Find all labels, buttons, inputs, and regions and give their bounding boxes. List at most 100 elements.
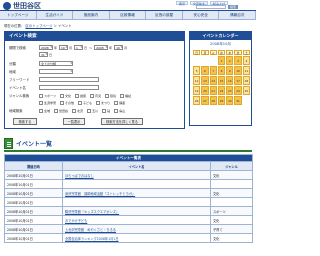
nav-facilities[interactable]: 施設案内 — [73, 11, 110, 19]
to-day-select[interactable]: 31 — [39, 52, 48, 57]
calendar-day[interactable]: 14 — [209, 76, 217, 85]
site-search-input[interactable] — [196, 5, 226, 9]
row-event-link[interactable]: おでかけ子ども — [62, 215, 211, 225]
event-name-label: イベント名 — [9, 86, 26, 90]
calendar-day[interactable]: 5 — [193, 66, 201, 75]
calendar-day[interactable]: 13 — [201, 76, 209, 85]
area-all-checkbox[interactable]: 全域 — [39, 108, 50, 113]
nav-index[interactable]: 情報目次 — [219, 11, 257, 19]
calendar-day[interactable]: 6 — [201, 66, 209, 75]
from-day-select[interactable]: 1 — [74, 45, 84, 50]
calendar-day[interactable]: 15 — [217, 76, 226, 85]
category-select[interactable]: 全ての分類 — [39, 61, 73, 66]
period-row: 期間で検索 2008 年 10 月 1 日 ～ 2008 年 10 月 — [9, 44, 181, 51]
calendar-day[interactable]: 30 — [226, 96, 234, 105]
from-month-select[interactable]: 10 — [59, 45, 69, 50]
row-event-link[interactable]: 上北沢児童館 めやくさと・ちるる — [62, 224, 211, 234]
calendar-day[interactable]: 7 — [209, 66, 217, 75]
calendar-day[interactable]: 20 — [201, 86, 209, 95]
genre-other-checkbox[interactable]: その他 — [60, 100, 74, 105]
row-genre: スポーツ — [209, 206, 254, 216]
nav-life-guide[interactable]: 生活ガイド — [37, 11, 74, 19]
genre-children-checkbox[interactable]: 子ども — [78, 100, 92, 105]
to-year-select[interactable]: 2008 — [94, 45, 109, 50]
calendar-day[interactable]: 12 — [193, 76, 201, 85]
calendar-empty-cell — [193, 56, 200, 65]
calendar-day[interactable]: 23 — [226, 86, 234, 95]
search-help-button[interactable]: 検索方法を詳しく見る — [101, 118, 143, 125]
row-event-link[interactable] — [62, 179, 211, 189]
calendar-day[interactable]: 25 — [242, 86, 250, 95]
site-search-button[interactable]: 検索 — [228, 5, 238, 9]
row-event-link[interactable]: 全国自治体ランキング2008年1月1日 — [62, 233, 211, 243]
genre-culture-checkbox[interactable]: 文化 — [59, 93, 71, 98]
calendar-day[interactable]: 19 — [193, 86, 201, 95]
area-row: 地域 — [9, 68, 181, 75]
calendar-day[interactable]: 22 — [217, 86, 226, 95]
category-row: 分類 全ての分類 — [9, 60, 181, 67]
calendar-day[interactable]: 8 — [217, 66, 226, 75]
calendar-day[interactable]: 24 — [234, 86, 242, 95]
genre-childcare-checkbox[interactable]: 育児 — [89, 93, 101, 98]
area-tamagawa-checkbox[interactable]: 玉川 — [87, 108, 98, 113]
calendar-weekday: 金 — [234, 50, 242, 55]
calendar-day[interactable]: 28 — [209, 96, 217, 105]
genre-sports-checkbox[interactable]: スポーツ — [39, 93, 56, 98]
checkbox-icon — [114, 100, 119, 105]
nav-mayor[interactable]: 区長の部屋 — [146, 11, 183, 19]
event-name-input[interactable] — [39, 85, 99, 90]
genre-festival-checkbox[interactable]: まつり — [96, 100, 110, 105]
free-word-input[interactable] — [39, 77, 99, 82]
nav-safety[interactable]: 安心安全 — [183, 11, 220, 19]
row-event-link[interactable]: 駒沢児童館『キッズスクエアポンズ』 — [62, 206, 211, 216]
calendar-day[interactable]: 17 — [234, 76, 242, 85]
row-event-link[interactable] — [62, 197, 211, 207]
calendar-day[interactable]: 16 — [226, 76, 234, 85]
search-submit-button[interactable]: 検索する — [13, 118, 37, 125]
table-row: 2008年10月01日 ほらっぱでおはなし 文化 — [4, 170, 254, 180]
calendar-day[interactable]: 26 — [193, 96, 201, 105]
calendar-day[interactable]: 27 — [201, 96, 209, 105]
free-word-label: フリーワード — [9, 78, 30, 82]
area-select[interactable] — [39, 69, 73, 74]
calendar-day[interactable]: 21 — [209, 86, 217, 95]
area-kinuta-checkbox[interactable]: 砧 — [102, 108, 110, 113]
row-date: 2008年10月01日 — [4, 179, 63, 189]
calendar-day[interactable]: 9 — [226, 66, 234, 75]
area-setagaya-checkbox[interactable]: 世田谷 — [54, 108, 68, 113]
calendar-day[interactable]: 29 — [217, 96, 226, 105]
table-row: 2008年10月01日 — [4, 179, 254, 189]
genre-environment-checkbox[interactable]: 環境 — [105, 93, 116, 98]
genre-health-checkbox[interactable]: 健康 — [74, 93, 86, 98]
nav-top[interactable]: トップページ — [0, 11, 37, 19]
breadcrumb-home-link[interactable]: 区のトップページ — [25, 24, 52, 28]
calendar-day[interactable]: 10 — [234, 66, 242, 75]
checkbox-icon — [60, 100, 65, 105]
row-genre: 文化 — [209, 215, 254, 225]
calendar-day[interactable]: 3 — [234, 56, 242, 65]
calendar-day[interactable]: 11 — [242, 66, 250, 75]
calendar-day[interactable]: 31 — [234, 96, 242, 105]
from-year-select[interactable]: 2008 — [39, 45, 53, 50]
calendar-day[interactable]: 1 — [217, 56, 226, 65]
checkbox-icon — [39, 93, 43, 98]
list-all-button[interactable]: 一覧表示 — [63, 118, 85, 125]
checkbox-icon — [89, 93, 94, 98]
checkbox-icon — [72, 108, 77, 113]
row-date: 2008年10月01日 — [4, 188, 63, 198]
mobile-link[interactable]: 携帯 — [176, 1, 189, 6]
row-event-link[interactable]: ほらっぱでおはなし — [62, 170, 211, 180]
genre-welfare-checkbox[interactable]: 福祉 — [120, 93, 131, 98]
nav-government[interactable]: 区政情報 — [110, 11, 147, 19]
row-event-link[interactable]: 深沢児童館 講師地域活動『ストレッチとヨガ』 — [62, 188, 211, 198]
calendar-weekday: 木 — [226, 50, 234, 55]
area-karasuyama-checkbox[interactable]: 烏山 — [114, 108, 125, 113]
area-kitazawa-checkbox[interactable]: 北沢 — [72, 108, 83, 113]
genre-course-checkbox[interactable]: 講座 — [114, 100, 125, 105]
genre-learning-checkbox[interactable]: 生涯学習 — [39, 100, 56, 105]
to-month-select[interactable]: 10 — [114, 45, 124, 50]
calendar-day[interactable]: 2 — [226, 56, 234, 65]
calendar-day[interactable]: 4 — [242, 56, 250, 65]
calendar-day[interactable]: 18 — [242, 76, 250, 85]
row-date: 2008年10月01日 — [4, 215, 63, 225]
